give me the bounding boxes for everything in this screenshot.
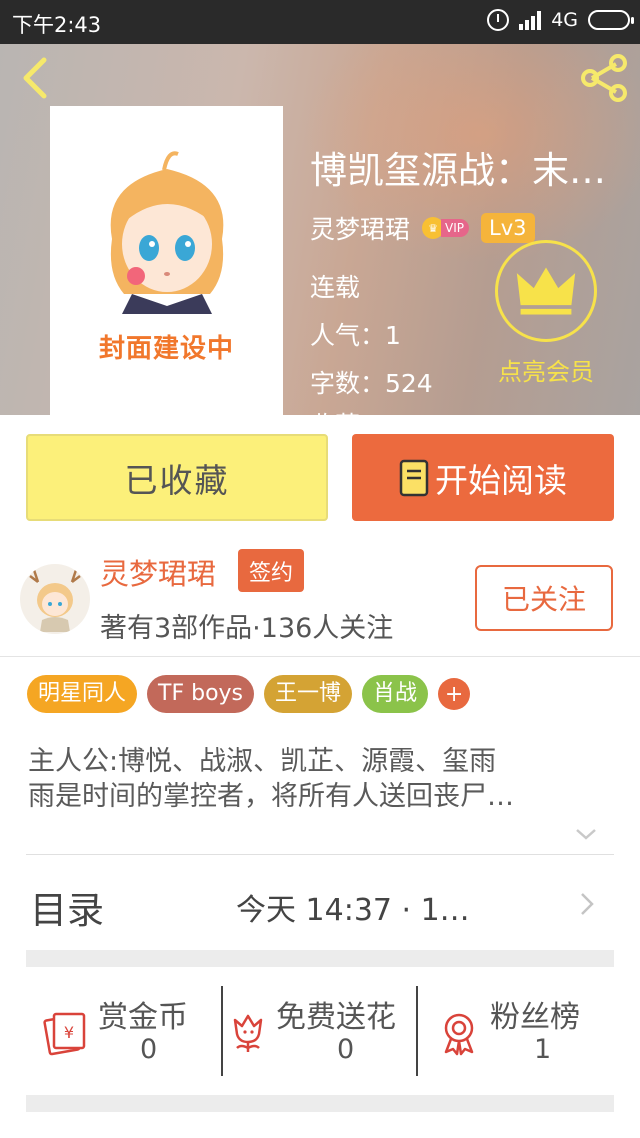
red-envelope-icon: ¥	[43, 1012, 86, 1056]
book-status: 连载	[310, 273, 361, 302]
start-reading-button[interactable]: 开始阅读	[352, 434, 614, 521]
follow-button[interactable]: 已关注	[475, 565, 613, 631]
catalog-latest-update[interactable]: 今天 14:37 · 1…	[236, 885, 470, 929]
tag-list: 明星同人 TF boys 王一博 肖战 +	[27, 675, 471, 713]
stat-value: 0	[337, 1034, 355, 1065]
favorite-button[interactable]: 已收藏	[26, 434, 328, 521]
free-flowers-stat[interactable]: 免费送花 0	[223, 990, 417, 1080]
back-arrow-icon[interactable]	[14, 54, 58, 102]
author-summary: 著有3部作品·136人关注	[100, 613, 394, 644]
author-name[interactable]: 灵梦珺珺	[100, 551, 216, 593]
header-author-name[interactable]: 灵梦珺珺	[310, 210, 410, 246]
tag-item[interactable]: 明星同人	[27, 675, 138, 713]
synopsis-line: 主人公:博悦、战淑、凯芷、源霞、玺雨	[28, 746, 497, 777]
catalog-title[interactable]: 目录	[30, 880, 104, 934]
author-avatar[interactable]	[20, 564, 90, 634]
favorite-label: 已收藏	[124, 460, 230, 500]
book-icon	[399, 459, 429, 496]
tag-item[interactable]: 王一博	[264, 675, 353, 713]
stat-label: 粉丝榜	[490, 1000, 580, 1035]
book-collect-count: 收藏：1	[310, 406, 401, 415]
alarm-icon	[487, 9, 510, 31]
section-divider	[0, 656, 640, 657]
stat-label: 免费送花	[276, 1000, 396, 1035]
stat-label: 赏金币	[98, 1000, 188, 1035]
section-band	[26, 950, 614, 967]
status-icons: 4G	[487, 9, 634, 31]
medal-icon	[444, 1013, 474, 1056]
signed-badge: 签约	[238, 549, 304, 592]
tag-item[interactable]: 肖战	[362, 675, 429, 713]
level-badge: Lv3	[481, 213, 535, 243]
network-type: 4G	[551, 9, 578, 31]
stat-value: 1	[534, 1034, 552, 1065]
section-band	[26, 1095, 614, 1112]
member-label: 点亮会员	[498, 358, 594, 386]
book-popularity: 人气：1	[310, 321, 401, 350]
tag-item[interactable]: TF boys	[147, 675, 255, 713]
fan-ranking-stat[interactable]: 粉丝榜 1	[418, 990, 614, 1080]
section-divider	[26, 854, 614, 855]
add-tag-button[interactable]: +	[438, 678, 471, 710]
flower-icon	[233, 1014, 263, 1052]
start-reading-label: 开始阅读	[435, 460, 567, 500]
book-cover[interactable]: 封面建设中	[50, 106, 283, 415]
vip-label: VIP	[441, 219, 469, 237]
signal-icon	[519, 10, 542, 30]
battery-icon	[588, 10, 634, 30]
status-time: 下午2:43	[12, 13, 102, 37]
anime-girl-illustration	[110, 151, 224, 314]
chevron-right-icon[interactable]	[578, 890, 596, 918]
svg-text:¥: ¥	[64, 1023, 74, 1042]
status-bar: 下午2:43 4G	[0, 0, 640, 44]
synopsis[interactable]: 主人公:博悦、战淑、凯芷、源霞、玺雨 雨是时间的掌控者，将所有人送回丧尸…	[28, 744, 608, 814]
synopsis-line: 雨是时间的掌控者，将所有人送回丧尸…	[28, 781, 514, 812]
cover-placeholder-text: 封面建设中	[98, 334, 234, 364]
reward-coins-stat[interactable]: ¥ 赏金币 0	[26, 990, 222, 1080]
book-word-count: 字数：524	[310, 369, 433, 398]
book-title: 博凯玺源战：末…	[310, 149, 606, 192]
share-icon[interactable]	[578, 52, 630, 104]
book-header: 封面建设中 博凯玺源战：末… 灵梦珺珺 ♛ VIP Lv3 连载 人气：1 字数…	[0, 44, 640, 415]
member-button[interactable]: 点亮会员	[486, 240, 606, 387]
crown-circle-icon	[495, 240, 597, 342]
chevron-down-icon[interactable]	[574, 826, 598, 842]
stat-value: 0	[140, 1034, 158, 1065]
vip-badge: ♛ VIP	[422, 217, 469, 239]
